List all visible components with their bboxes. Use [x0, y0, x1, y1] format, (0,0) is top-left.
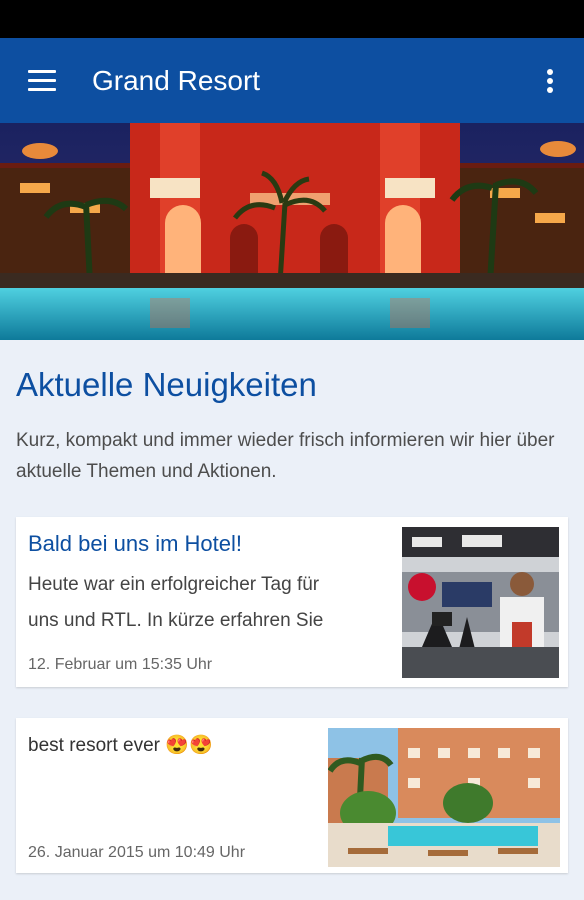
post-text-value: best resort ever [28, 735, 160, 756]
news-card[interactable]: best resort ever 😍😍 26. Januar 2015 um 1… [16, 718, 568, 873]
tv-studio-photo [402, 527, 559, 678]
app-title: Grand Resort [92, 65, 261, 96]
post-title[interactable]: Bald bei uns im Hotel! [28, 530, 242, 558]
post-date: 26. Januar 2015 um 10:49 Uhr [28, 844, 246, 861]
status-bar [0, 0, 584, 38]
news-intro: Kurz, kompakt und immer wieder frisch in… [16, 430, 555, 482]
hamburger-menu-icon[interactable] [26, 68, 58, 94]
heart-eyes-emoji-icon: 😍😍 [165, 735, 213, 756]
app-bar: Grand Resort [0, 38, 584, 123]
post-date: 12. Februar um 15:35 Uhr [28, 656, 213, 673]
post-text-line: Heute war ein erfolgreicher Tag für [28, 574, 320, 595]
post-text: best resort ever 😍😍 [28, 732, 213, 760]
more-vert-icon[interactable] [538, 66, 562, 96]
news-card[interactable]: Bald bei uns im Hotel! Heute war ein erf… [16, 517, 568, 687]
post-text-line: uns und RTL. In kürze erfahren Sie [28, 610, 324, 631]
news-heading: Aktuelle Neuigkeiten [16, 366, 317, 403]
hero-image [0, 123, 584, 340]
resort-pool-photo [328, 728, 560, 867]
